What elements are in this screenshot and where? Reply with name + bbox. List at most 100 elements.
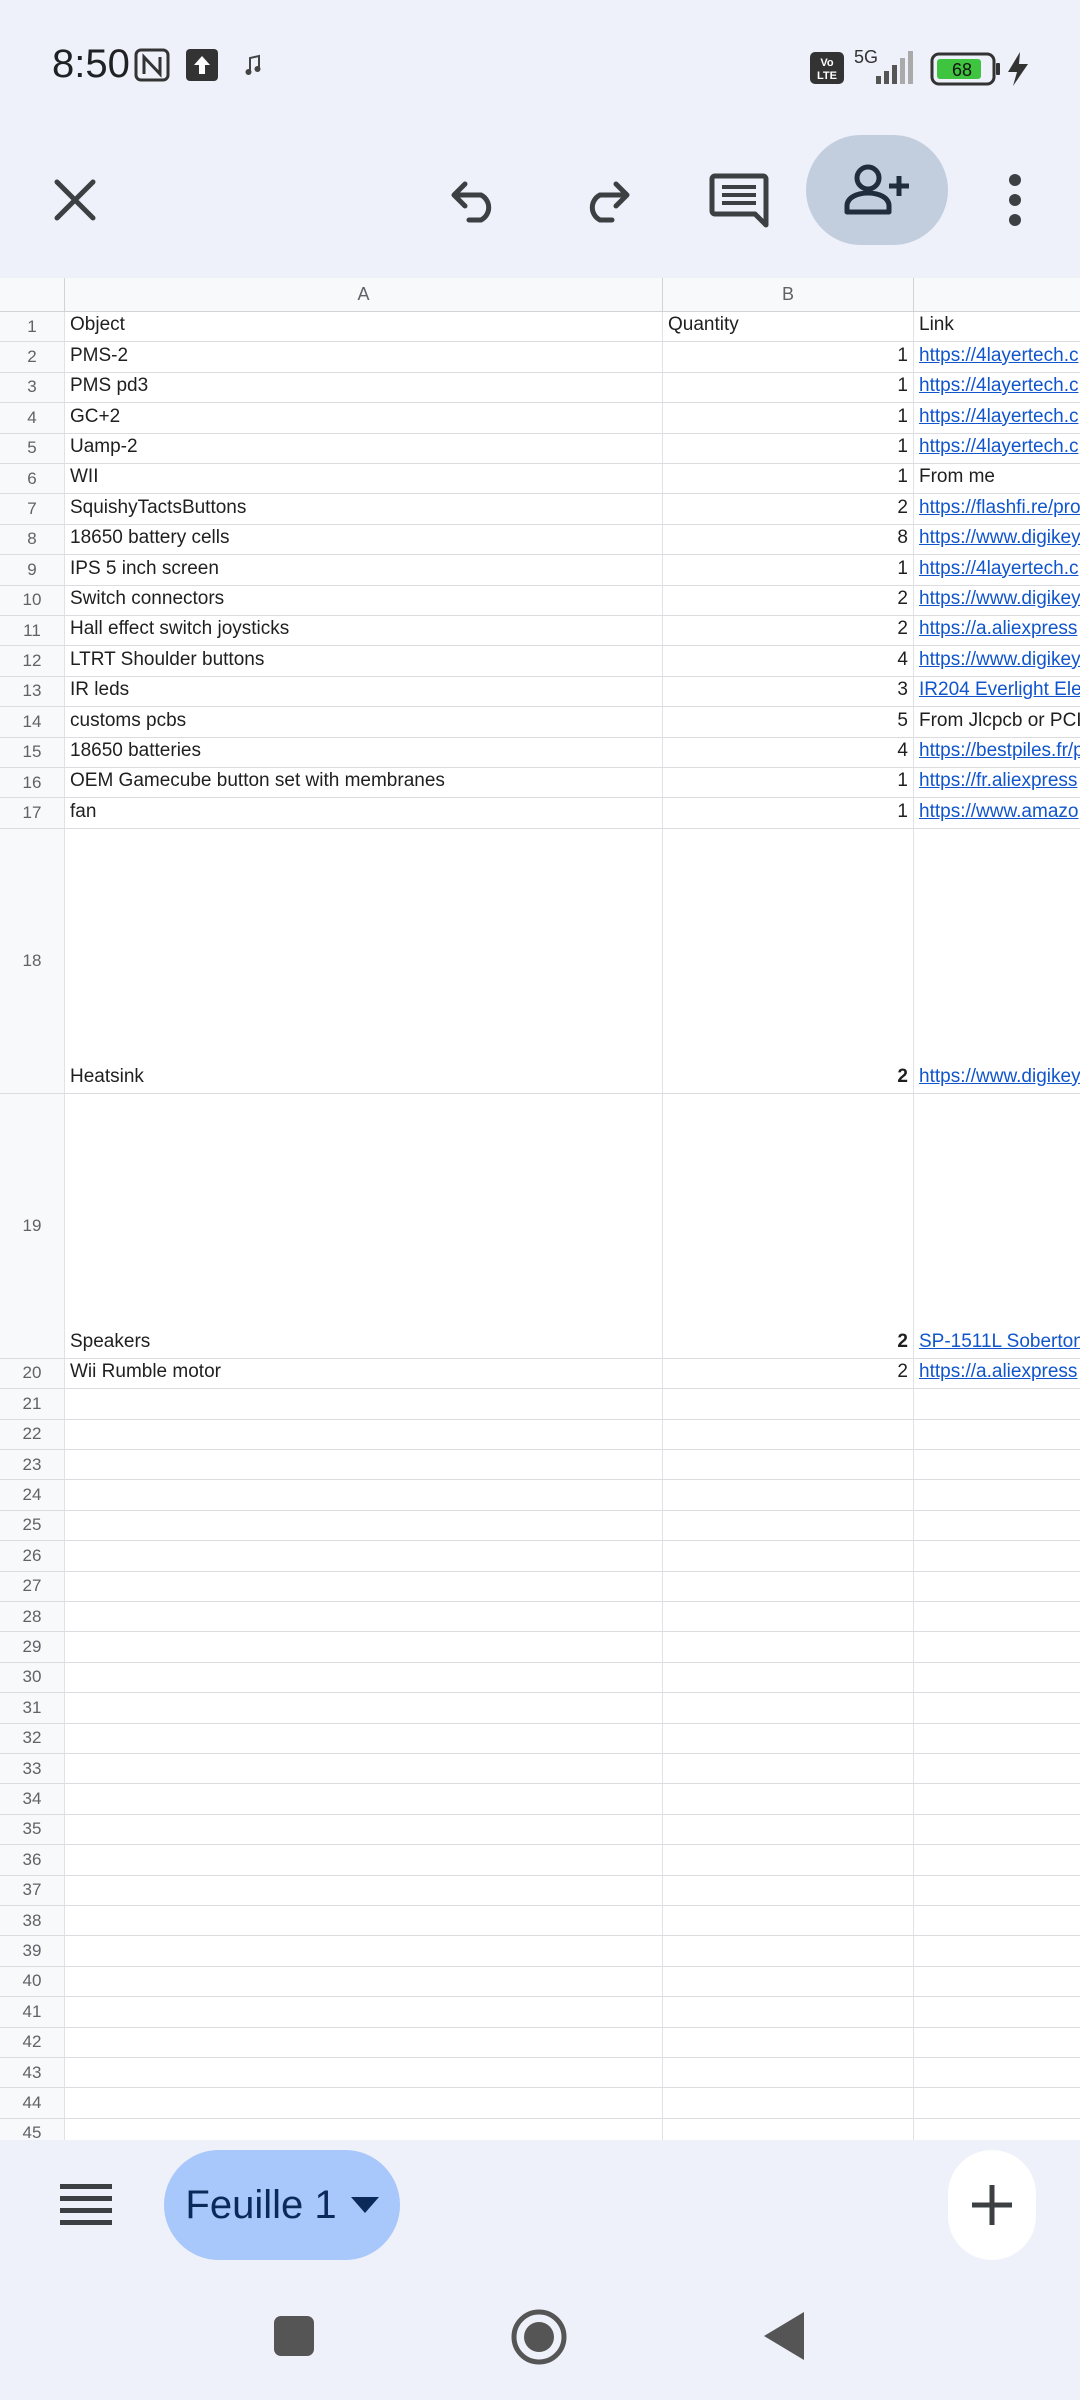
cell-b[interactable] xyxy=(663,2027,914,2057)
cell-c-link[interactable]: https://www.digikey xyxy=(914,586,1080,615)
cell-c[interactable] xyxy=(914,1845,1080,1874)
row-number[interactable]: 31 xyxy=(0,1693,65,1723)
cell-c[interactable] xyxy=(914,1724,1080,1753)
select-all-corner[interactable] xyxy=(0,278,65,312)
cell-a[interactable]: customs pcbs xyxy=(65,707,663,737)
cell-a[interactable] xyxy=(65,1480,663,1510)
cell-a[interactable] xyxy=(65,1541,663,1571)
cell-c-link[interactable]: https://a.aliexpress xyxy=(914,1359,1080,1388)
column-header-a[interactable]: A xyxy=(65,278,663,312)
cell-b[interactable] xyxy=(663,1693,914,1723)
cell-b[interactable]: 1 xyxy=(663,798,914,828)
cell-b[interactable] xyxy=(663,1814,914,1845)
row-number[interactable]: 30 xyxy=(0,1662,65,1693)
cell-b[interactable]: Quantity xyxy=(663,312,914,342)
back-button[interactable] xyxy=(762,2310,806,2362)
cell-b[interactable]: 2 xyxy=(663,494,914,524)
cell-a[interactable] xyxy=(65,2118,663,2140)
home-button[interactable] xyxy=(510,2308,568,2366)
row-number[interactable]: 36 xyxy=(0,1845,65,1875)
row-number[interactable]: 4 xyxy=(0,403,65,433)
row-number[interactable]: 3 xyxy=(0,372,65,403)
all-sheets-button[interactable] xyxy=(58,2180,114,2230)
cell-c[interactable] xyxy=(914,1936,1080,1965)
cell-b[interactable]: 2 xyxy=(663,1093,914,1358)
cell-c[interactable]: From me xyxy=(914,464,1080,493)
cell-c[interactable] xyxy=(914,1815,1080,1844)
row-number[interactable]: 8 xyxy=(0,524,65,555)
cell-b[interactable] xyxy=(663,1541,914,1571)
cell-a[interactable]: Uamp-2 xyxy=(65,433,663,463)
cell-c[interactable] xyxy=(914,1967,1080,1996)
cell-a[interactable] xyxy=(65,1845,663,1875)
cell-b[interactable]: 4 xyxy=(663,737,914,767)
cell-b[interactable]: 2 xyxy=(663,616,914,646)
row-number[interactable]: 6 xyxy=(0,464,65,494)
cell-c[interactable] xyxy=(914,1541,1080,1570)
cell-c[interactable] xyxy=(914,1784,1080,1813)
row-number[interactable]: 28 xyxy=(0,1602,65,1632)
cell-a[interactable] xyxy=(65,1571,663,1601)
cell-b[interactable] xyxy=(663,2118,914,2140)
cell-a[interactable]: fan xyxy=(65,798,663,828)
cell-b[interactable]: 2 xyxy=(663,828,914,1093)
cell-c[interactable] xyxy=(914,2058,1080,2087)
row-number[interactable]: 41 xyxy=(0,1997,65,2027)
cell-c-link[interactable]: https://a.aliexpress xyxy=(914,616,1080,645)
cell-a[interactable]: Heatsink xyxy=(65,828,663,1093)
undo-button[interactable] xyxy=(410,135,540,265)
row-number[interactable]: 40 xyxy=(0,1966,65,1997)
cell-c[interactable] xyxy=(914,1693,1080,1722)
cell-b[interactable]: 1 xyxy=(663,464,914,494)
cell-b[interactable]: 1 xyxy=(663,433,914,463)
row-number[interactable]: 2 xyxy=(0,342,65,372)
cell-b[interactable] xyxy=(663,1875,914,1905)
cell-b[interactable] xyxy=(663,1510,914,1541)
cell-a[interactable] xyxy=(65,1693,663,1723)
share-button[interactable] xyxy=(806,135,948,245)
row-number[interactable]: 38 xyxy=(0,1906,65,1936)
cell-b[interactable]: 4 xyxy=(663,646,914,676)
cell-a[interactable]: OEM Gamecube button set with membranes xyxy=(65,768,663,798)
close-button[interactable] xyxy=(10,135,140,265)
cell-a[interactable]: IPS 5 inch screen xyxy=(65,555,663,585)
cell-c-link[interactable]: https://4layertech.c xyxy=(914,555,1080,584)
cell-c[interactable] xyxy=(914,1511,1080,1540)
cell-a[interactable] xyxy=(65,1814,663,1845)
cell-a[interactable]: Object xyxy=(65,312,663,342)
cell-b[interactable] xyxy=(663,1936,914,1966)
cell-c[interactable] xyxy=(914,2088,1080,2117)
cell-c[interactable] xyxy=(914,1754,1080,1783)
row-number[interactable]: 10 xyxy=(0,585,65,615)
cell-b[interactable]: 5 xyxy=(663,707,914,737)
row-number[interactable]: 19 xyxy=(0,1093,65,1358)
cell-a[interactable] xyxy=(65,1389,663,1419)
cell-c[interactable] xyxy=(914,1663,1080,1692)
row-number[interactable]: 43 xyxy=(0,2058,65,2088)
cell-c-link[interactable]: https://4layertech.c xyxy=(914,373,1080,402)
cell-b[interactable] xyxy=(663,1480,914,1510)
cell-b[interactable] xyxy=(663,1602,914,1632)
cell-a[interactable]: Hall effect switch joysticks xyxy=(65,616,663,646)
row-number[interactable]: 39 xyxy=(0,1936,65,1966)
row-number[interactable]: 44 xyxy=(0,2088,65,2118)
row-number[interactable]: 25 xyxy=(0,1510,65,1541)
cell-b[interactable] xyxy=(663,1571,914,1601)
row-number[interactable]: 32 xyxy=(0,1723,65,1753)
redo-button[interactable] xyxy=(541,135,671,265)
cell-c-link[interactable]: https://4layertech.c xyxy=(914,342,1080,371)
cell-a[interactable] xyxy=(65,1450,663,1480)
row-number[interactable]: 14 xyxy=(0,707,65,737)
cell-c[interactable] xyxy=(914,2028,1080,2057)
cell-b[interactable] xyxy=(663,1906,914,1936)
cell-c[interactable] xyxy=(914,1572,1080,1601)
cell-b[interactable]: 1 xyxy=(663,555,914,585)
cell-c[interactable] xyxy=(914,1450,1080,1479)
row-number[interactable]: 7 xyxy=(0,494,65,524)
cell-c[interactable] xyxy=(914,1997,1080,2026)
cell-a[interactable]: 18650 batteries xyxy=(65,737,663,767)
cell-c-link[interactable]: https://4layertech.c xyxy=(914,434,1080,463)
cell-a[interactable] xyxy=(65,1784,663,1814)
sheet-tab-feuille-1[interactable]: Feuille 1 xyxy=(164,2150,400,2260)
cell-a[interactable]: Switch connectors xyxy=(65,585,663,615)
